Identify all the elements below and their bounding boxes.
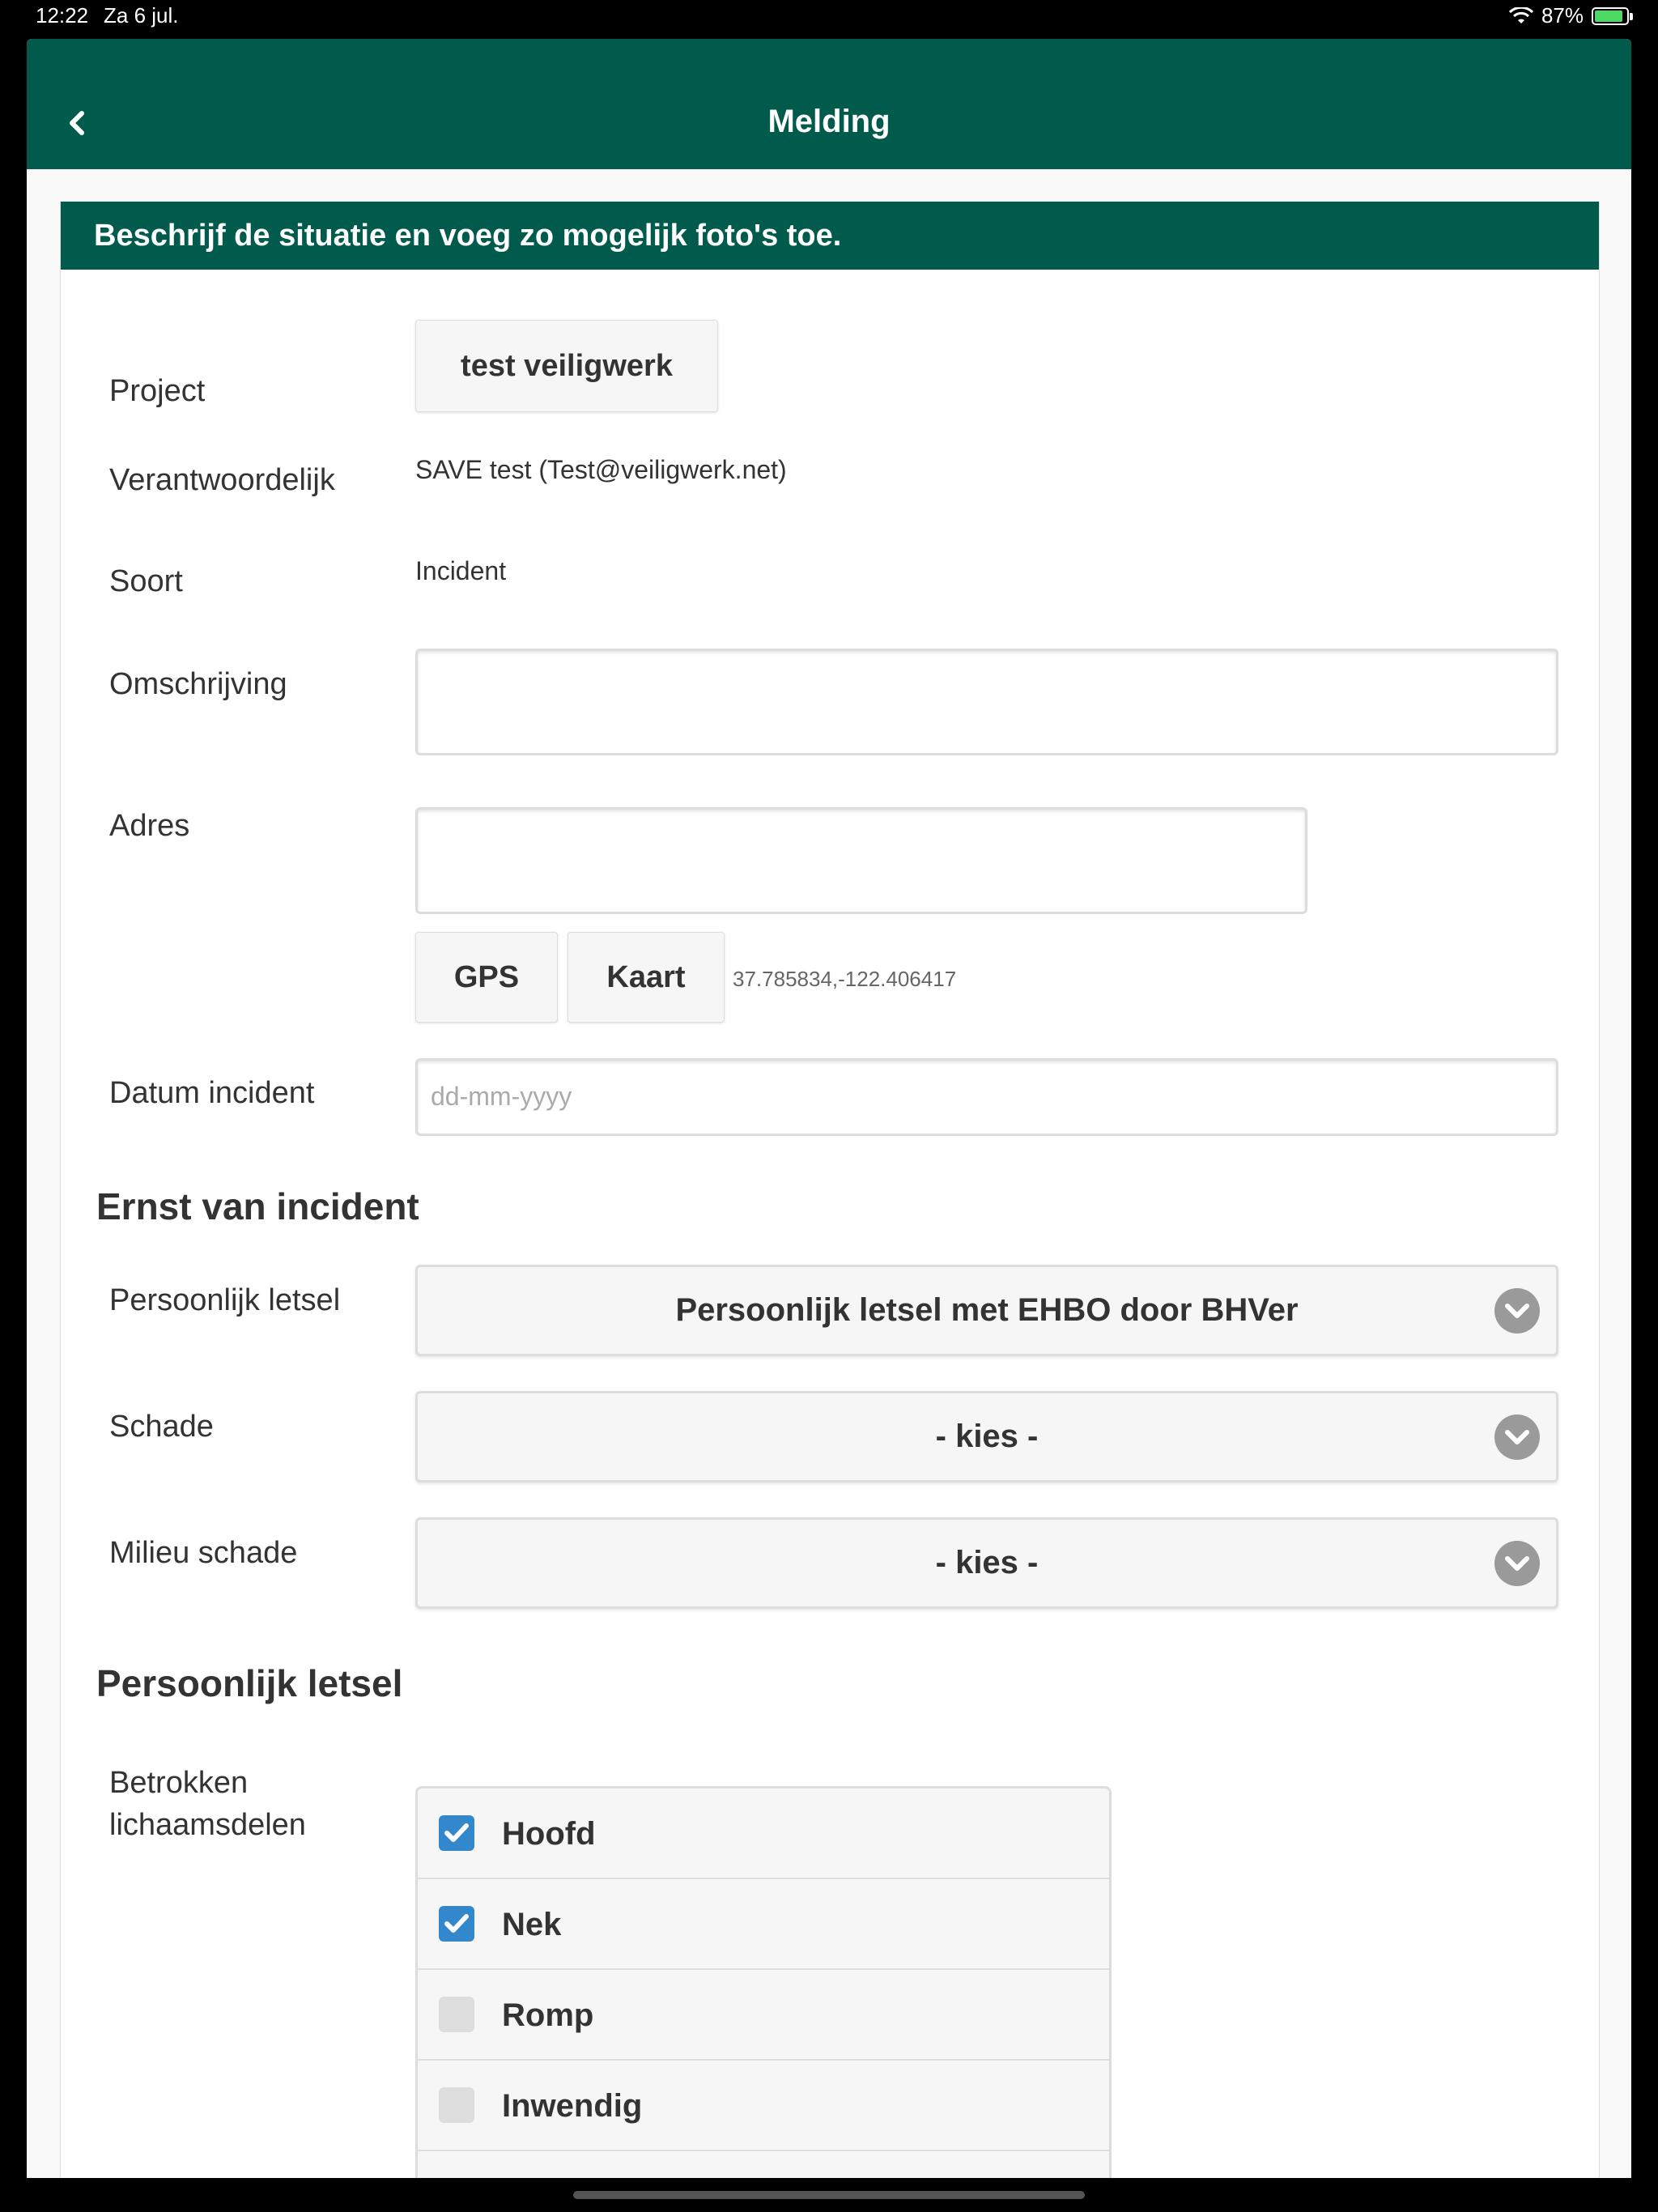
home-indicator (573, 2191, 1085, 2199)
chevron-down-icon (1494, 1414, 1540, 1460)
environment-select[interactable]: - kies - (415, 1517, 1558, 1609)
checkbox-unchecked-icon[interactable] (439, 1997, 474, 2032)
body-parts-label: Betrokken lichaamsdelen (109, 1762, 306, 1846)
checkbox-label: Nek (502, 1907, 562, 1942)
battery-percent: 87% (1541, 3, 1584, 28)
description-input[interactable] (415, 649, 1558, 755)
date-input[interactable]: dd-mm-yyyy (415, 1058, 1558, 1136)
responsible-label: Verantwoordelijk (109, 463, 335, 497)
app-header: Melding (27, 39, 1631, 169)
damage-select[interactable]: - kies - (415, 1391, 1558, 1482)
type-value: Incident (415, 556, 507, 585)
personal-injury-value: Persoonlijk letsel met EHBO door BHVer (675, 1292, 1299, 1328)
body-parts-label-line2: lichaamsdelen (109, 1808, 306, 1842)
body-parts-label-line1: Betrokken (109, 1766, 249, 1800)
body-parts-checklist: Hoofd Nek Romp Inwendig Arm (415, 1786, 1112, 2178)
status-time: 12:22 (36, 3, 89, 28)
date-placeholder: dd-mm-yyyy (431, 1082, 572, 1111)
injury-section-title: Persoonlijk letsel (96, 1662, 403, 1704)
checkbox-item-romp[interactable]: Romp (418, 1970, 1109, 2061)
chevron-down-icon (1494, 1288, 1540, 1334)
chevron-down-icon (1494, 1541, 1540, 1586)
card-heading: Beschrijf de situatie en voeg zo mogelij… (61, 202, 1599, 270)
project-button[interactable]: test veiligwerk (415, 320, 718, 412)
damage-value: - kies - (935, 1419, 1039, 1454)
severity-section-title: Ernst van incident (96, 1185, 419, 1227)
personal-injury-label: Persoonlijk letsel (109, 1283, 341, 1317)
app-window: Melding Beschrijf de situatie en voeg zo… (27, 39, 1631, 2178)
gps-button[interactable]: GPS (415, 932, 558, 1023)
form-card: Beschrijf de situatie en voeg zo mogelij… (60, 202, 1600, 2178)
environment-label: Milieu schade (109, 1536, 298, 1570)
address-input[interactable] (415, 807, 1307, 914)
wifi-icon (1508, 6, 1533, 23)
checkbox-checked-icon[interactable] (439, 1906, 474, 1942)
checkbox-checked-icon[interactable] (439, 1815, 474, 1851)
status-date: Za 6 jul. (104, 3, 179, 28)
date-label: Datum incident (109, 1076, 315, 1110)
description-label: Omschrijving (109, 667, 287, 701)
checkbox-item-nek[interactable]: Nek (418, 1879, 1109, 1970)
environment-value: - kies - (935, 1545, 1039, 1580)
status-bar: 12:22 Za 6 jul. 87% (0, 0, 1658, 39)
checkbox-item-arm[interactable]: Arm (418, 2151, 1109, 2178)
responsible-value: SAVE test (Test@veiligwerk.net) (415, 455, 787, 484)
checkbox-item-inwendig[interactable]: Inwendig (418, 2061, 1109, 2151)
checkbox-label: Romp (502, 1997, 594, 2033)
type-label: Soort (109, 564, 183, 598)
page-title: Melding (767, 104, 891, 139)
coordinates-text: 37.785834,-122.406417 (733, 967, 957, 991)
map-button[interactable]: Kaart (568, 932, 725, 1023)
checkbox-label: Hoofd (502, 1816, 596, 1852)
checkbox-unchecked-icon[interactable] (439, 2087, 474, 2123)
personal-injury-select[interactable]: Persoonlijk letsel met EHBO door BHVer (415, 1265, 1558, 1356)
project-label: Project (109, 374, 206, 408)
address-label: Adres (109, 809, 190, 843)
status-right: 87% (1508, 3, 1633, 28)
checkbox-item-hoofd[interactable]: Hoofd (418, 1789, 1109, 1879)
battery-icon (1592, 6, 1633, 25)
damage-label: Schade (109, 1410, 214, 1444)
checkbox-label: Inwendig (502, 2088, 643, 2124)
